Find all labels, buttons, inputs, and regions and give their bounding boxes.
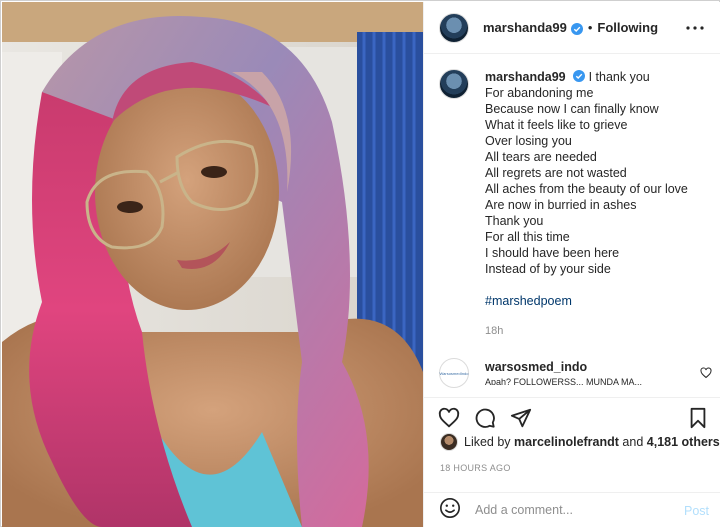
caption-line: Over losing you xyxy=(485,134,572,148)
post-timestamp[interactable]: 18 HOURS AGO xyxy=(440,463,511,473)
caption-line: All tears are needed xyxy=(485,150,597,164)
caption-line: For abandoning me xyxy=(485,86,594,100)
comment-bubble-icon[interactable] xyxy=(474,407,496,429)
verified-badge-icon xyxy=(573,70,586,82)
selfie-image xyxy=(2,2,423,527)
caption-text: marshanda99 I thank you For abandoning m… xyxy=(485,69,706,339)
commenter-username[interactable]: warsosmed_indo xyxy=(485,360,587,374)
caption-line: I thank you xyxy=(588,70,650,84)
instagram-post-window: marshanda99 • Following marshanda99 I th… xyxy=(0,0,720,527)
more-options-icon[interactable] xyxy=(685,18,705,38)
caption-line: I should have been here xyxy=(485,246,620,260)
paper-plane-icon[interactable] xyxy=(510,407,532,429)
following-button[interactable]: Following xyxy=(597,20,658,35)
liker-username[interactable]: marcelinolefrandt xyxy=(514,435,619,449)
author-username[interactable]: marshanda99 xyxy=(483,20,567,35)
caption-line: All regrets are not wasted xyxy=(485,166,627,180)
comment-row: WarsosmedIndo warsosmed_indo Apah? FOLLO… xyxy=(439,355,714,388)
header-separator: • xyxy=(587,20,593,35)
liker-avatar[interactable] xyxy=(440,433,458,451)
bookmark-icon[interactable] xyxy=(688,407,710,429)
comment-text: Apah? FOLLOWERSS... MUNDA MA... xyxy=(485,377,643,385)
add-comment-bar: Post xyxy=(424,492,720,527)
caption-line: For all this time xyxy=(485,230,570,244)
commenter-avatar[interactable]: WarsosmedIndo xyxy=(439,358,469,388)
post-comment-button[interactable]: Post xyxy=(684,504,709,518)
caption-line: Are now in burried in ashes xyxy=(485,198,637,212)
post-photo[interactable] xyxy=(2,2,423,527)
caption-username[interactable]: marshanda99 xyxy=(485,70,566,84)
post-header: marshanda99 • Following xyxy=(424,2,720,54)
caption-age: 18h xyxy=(485,325,504,337)
caption-area: marshanda99 I thank you For abandoning m… xyxy=(424,55,720,350)
caption-author-avatar[interactable] xyxy=(439,69,469,99)
caption-line: Thank you xyxy=(485,214,544,228)
likes-summary: Liked by marcelinolefrandt and 4,181 oth… xyxy=(440,433,720,451)
author-avatar[interactable] xyxy=(439,12,469,43)
caption-line: All aches from the beauty of our love xyxy=(485,182,688,196)
add-comment-input[interactable] xyxy=(475,503,665,517)
action-bar xyxy=(424,397,720,429)
post-side-panel: marshanda99 • Following marshanda99 I th… xyxy=(423,2,720,527)
verified-badge-icon xyxy=(570,22,583,35)
caption-line: Because now I can finally know xyxy=(485,102,659,116)
smiley-icon[interactable] xyxy=(439,497,461,524)
hashtag-link[interactable]: #marshedpoem xyxy=(485,293,706,309)
likes-others-link[interactable]: 4,181 others xyxy=(647,435,720,449)
heart-icon[interactable] xyxy=(438,407,460,429)
caption-line: What it feels like to grieve xyxy=(485,118,628,132)
comment-heart-icon[interactable] xyxy=(700,366,712,384)
caption-line: Instead of by your side xyxy=(485,262,611,276)
